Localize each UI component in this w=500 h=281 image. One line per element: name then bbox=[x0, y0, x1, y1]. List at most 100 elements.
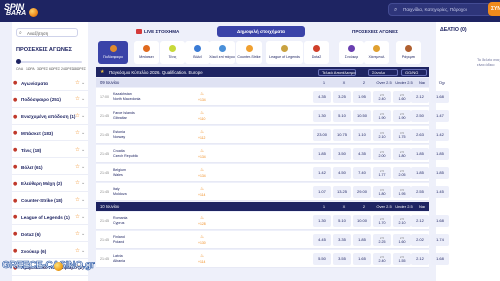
more-markets-link[interactable]: +134 bbox=[198, 174, 206, 178]
sport-card[interactable]: Ποδόσφαιρο bbox=[98, 41, 128, 64]
odds-button[interactable]: 2.5 2.05 bbox=[393, 167, 411, 179]
odds-button[interactable]: 10.75 bbox=[333, 129, 351, 141]
away-team[interactable]: Wales bbox=[113, 173, 123, 177]
odds-button[interactable]: 2.5 2.40 bbox=[373, 253, 391, 265]
odds-button[interactable]: 3.50 bbox=[333, 148, 351, 160]
chevron-down-icon[interactable]: ⌄ bbox=[81, 113, 85, 119]
chevron-down-icon[interactable]: ⌄ bbox=[81, 96, 85, 102]
home-team[interactable]: Faroe Islands bbox=[113, 111, 135, 115]
time-filter-24h[interactable]: 24ΩΡΕΣ bbox=[61, 67, 74, 71]
chevron-down-icon[interactable]: ⌄ bbox=[81, 248, 85, 254]
odds-button[interactable]: 1.42 bbox=[313, 167, 331, 179]
odds-button[interactable]: 1.45 bbox=[431, 186, 449, 198]
header-search-input[interactable]: ⌕ Παιχνίδια, Κατηγορίες, Πάροχοι bbox=[388, 3, 492, 16]
odds-button[interactable]: 4.45 bbox=[313, 234, 331, 246]
time-slider-handle[interactable] bbox=[16, 59, 21, 64]
match-row[interactable]: 21:45 Romania Cyprus ♨ +128 1.30 5.10 10.00 2.5 1… bbox=[96, 212, 449, 230]
favorite-star-icon[interactable]: ☆ bbox=[75, 147, 80, 153]
odds-button[interactable]: 2.5 1.60 bbox=[393, 91, 411, 103]
favorite-star-icon[interactable]: ☆ bbox=[75, 214, 80, 220]
odds-button[interactable]: 10.50 bbox=[353, 110, 371, 122]
market-dropdown-result[interactable]: Τελικό Αποτέλεσμα bbox=[318, 68, 356, 76]
sport-card[interactable]: Χάντμπολ bbox=[364, 41, 389, 64]
sidebar-sport-item[interactable]: ● Τένις (18) ☆ ⌄ bbox=[12, 144, 88, 159]
away-team[interactable]: Moldova bbox=[113, 192, 127, 196]
sidebar-sport-item[interactable]: ● Ποδόσφαιρο (251) ☆ ⌄ bbox=[12, 94, 88, 108]
more-markets-link[interactable]: +134 bbox=[198, 98, 206, 102]
odds-button[interactable]: 1.85 bbox=[431, 148, 449, 160]
home-team[interactable]: Kazakhstan bbox=[113, 92, 132, 96]
odds-button[interactable]: 2.63 bbox=[411, 129, 429, 141]
odds-button[interactable]: 1.30 bbox=[313, 215, 331, 227]
sidebar-sport-item[interactable]: ● Dota2 (6) ☆ ⌄ bbox=[12, 228, 88, 243]
odds-button[interactable]: 2.55 bbox=[411, 186, 429, 198]
sport-card[interactable]: League of Legends bbox=[266, 41, 303, 64]
odds-button[interactable]: 2.12 bbox=[411, 91, 429, 103]
odds-button[interactable]: 3.35 bbox=[333, 234, 351, 246]
odds-button[interactable]: 1.85 bbox=[313, 148, 331, 160]
odds-button[interactable]: 13.25 bbox=[333, 186, 351, 198]
match-row[interactable]: 21:45 Latvia Albania ♨ +114 5.50 3.55 1.65 2.5 2.… bbox=[96, 250, 449, 268]
tab-popular[interactable]: Δημοφιλή στοιχήματα bbox=[217, 26, 305, 37]
market-dropdown-total[interactable]: Σύνολο bbox=[368, 68, 398, 76]
sport-card[interactable]: Dota2 bbox=[304, 41, 329, 64]
odds-button[interactable]: 2.5 2.00 bbox=[373, 148, 391, 160]
sport-card[interactable]: Σνούκερ bbox=[339, 41, 364, 64]
sidebar-sport-item[interactable]: ● League of Legends (1) ☆ ⌄ bbox=[12, 211, 88, 226]
odds-button[interactable]: 1.07 bbox=[313, 186, 331, 198]
odds-button[interactable]: 2.12 bbox=[411, 253, 429, 265]
tab-live[interactable]: LIVE ΣΤΟΙΧΗΜΑ bbox=[132, 26, 188, 37]
time-filter-1h[interactable]: 1ΩΡΑ bbox=[26, 67, 35, 71]
home-team[interactable]: Italy bbox=[113, 187, 120, 191]
odds-button[interactable]: 3.55 bbox=[333, 253, 351, 265]
favorite-star-icon[interactable]: ☆ bbox=[75, 80, 80, 86]
odds-button[interactable]: 1.85 bbox=[431, 167, 449, 179]
odds-button[interactable]: 4.35 bbox=[313, 91, 331, 103]
more-markets-link[interactable]: +128 bbox=[198, 222, 206, 226]
odds-button[interactable]: 23.00 bbox=[313, 129, 331, 141]
time-filter-3h[interactable]: 3ΩΡΕΣ bbox=[37, 67, 48, 71]
away-team[interactable]: Poland bbox=[113, 240, 124, 244]
home-team[interactable]: Romania bbox=[113, 216, 127, 220]
odds-button[interactable]: 2.5 1.80 bbox=[393, 148, 411, 160]
odds-button[interactable]: 2.12 bbox=[411, 215, 429, 227]
time-filter-6h[interactable]: 6ΩΡΕΣ bbox=[49, 67, 60, 71]
sidebar-sport-item[interactable]: ● Counter-Strike (18) ☆ ⌄ bbox=[12, 195, 88, 209]
match-row[interactable]: 21:45 Italy Moldova ♨ +114 1.07 13.25 29.00 3.5 1… bbox=[96, 183, 449, 201]
tab-upcoming[interactable]: ΠΡΟΣΕΧΕΙΣ ΑΓΩΝΕΣ bbox=[337, 26, 413, 37]
odds-button[interactable]: 1.68 bbox=[431, 215, 449, 227]
sidebar-search-input[interactable]: ⌕ Αναζήτηση bbox=[16, 28, 78, 37]
sidebar-sport-item[interactable]: ● Μπάσκετ (183) ☆ ⌄ bbox=[12, 127, 88, 142]
chevron-down-icon[interactable]: ⌄ bbox=[81, 214, 85, 220]
time-slider[interactable] bbox=[16, 61, 82, 63]
odds-button[interactable]: 3.5 1.80 bbox=[373, 186, 391, 198]
odds-button[interactable]: 2.5 1.90 bbox=[393, 110, 411, 122]
sport-card[interactable]: Counter-Strike bbox=[236, 41, 262, 64]
sport-card[interactable]: Τένις bbox=[160, 41, 185, 64]
favorite-star-icon[interactable]: ☆ bbox=[75, 248, 80, 254]
away-team[interactable]: Norway bbox=[113, 135, 125, 139]
match-row[interactable]: 21:45 Faroe Islands Gibraltar ♨ +110 1.30 5.10… bbox=[96, 107, 449, 125]
odds-button[interactable]: 3.25 bbox=[333, 91, 351, 103]
market-dropdown-btts[interactable]: GG/NG bbox=[401, 68, 427, 76]
odds-button[interactable]: 1.68 bbox=[431, 253, 449, 265]
site-logo[interactable]: SPIN BARA bbox=[4, 2, 42, 19]
odds-button[interactable]: 4.50 bbox=[333, 167, 351, 179]
sidebar-sport-item[interactable]: ● Ενισχυμένη απόδοση (1) ☆ ⌄ bbox=[12, 111, 88, 125]
sidebar-sport-item[interactable]: ● Βόλεϊ (61) ☆ ⌄ bbox=[12, 161, 88, 175]
chevron-down-icon[interactable]: ⌄ bbox=[81, 130, 85, 136]
favorite-star-icon[interactable]: ☆ bbox=[75, 231, 80, 237]
odds-button[interactable]: 2.50 bbox=[411, 110, 429, 122]
odds-button[interactable]: 1.68 bbox=[431, 91, 449, 103]
chevron-down-icon[interactable]: ⌄ bbox=[81, 197, 85, 203]
chevron-down-icon[interactable]: ⌄ bbox=[81, 164, 85, 170]
odds-button[interactable]: 1.65 bbox=[353, 253, 371, 265]
odds-button[interactable]: 2.5 1.77 bbox=[373, 167, 391, 179]
favorite-star-icon[interactable]: ☆ bbox=[75, 113, 80, 119]
odds-button[interactable]: 3.5 1.75 bbox=[393, 129, 411, 141]
odds-button[interactable]: 5.10 bbox=[333, 215, 351, 227]
sport-card[interactable]: Χόκεϊ επί πάγου bbox=[209, 41, 235, 64]
away-team[interactable]: Cyprus bbox=[113, 221, 124, 225]
odds-button[interactable]: 5.50 bbox=[313, 253, 331, 265]
match-row[interactable]: 21:45 Croatia Czech Republic ♨ +134 1.85 3.50 4… bbox=[96, 145, 449, 163]
